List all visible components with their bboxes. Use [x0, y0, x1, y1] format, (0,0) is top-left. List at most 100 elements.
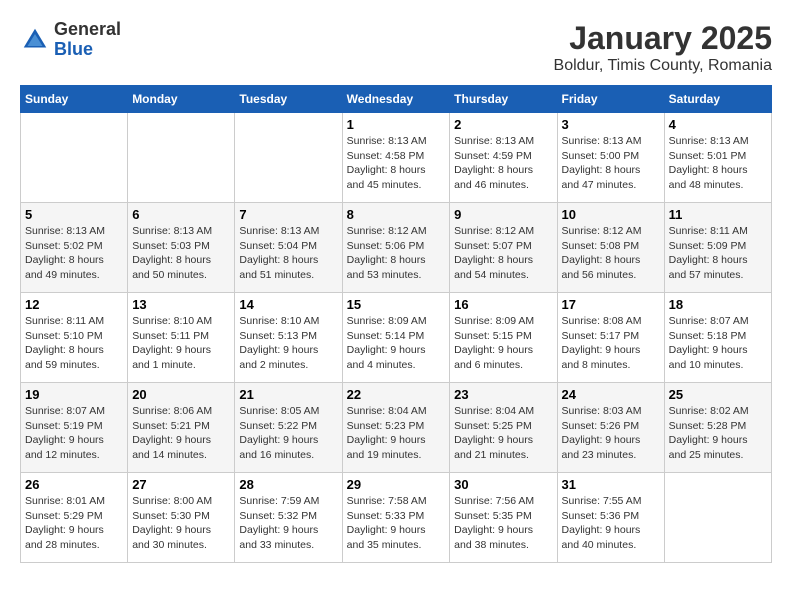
calendar-day-cell: 14 Sunrise: 8:10 AM Sunset: 5:13 PM Dayli…: [235, 293, 342, 383]
day-number: 6: [132, 207, 230, 222]
calendar-table: SundayMondayTuesdayWednesdayThursdayFrid…: [20, 85, 772, 563]
day-info: Sunrise: 8:13 AM Sunset: 4:58 PM Dayligh…: [347, 134, 446, 193]
day-number: 25: [669, 387, 767, 402]
day-number: 18: [669, 297, 767, 312]
day-info: Sunrise: 8:04 AM Sunset: 5:23 PM Dayligh…: [347, 404, 446, 463]
day-info: Sunrise: 8:06 AM Sunset: 5:21 PM Dayligh…: [132, 404, 230, 463]
calendar-day-cell: 12 Sunrise: 8:11 AM Sunset: 5:10 PM Dayli…: [21, 293, 128, 383]
day-number: 30: [454, 477, 552, 492]
day-info: Sunrise: 8:12 AM Sunset: 5:07 PM Dayligh…: [454, 224, 552, 283]
day-of-week-header: Friday: [557, 86, 664, 113]
calendar-day-cell: 27Sunrise: 8:00 AM Sunset: 5:30 PM Dayli…: [128, 473, 235, 563]
day-number: 16: [454, 297, 552, 312]
calendar-day-cell: 10Sunrise: 8:12 AM Sunset: 5:08 PM Dayli…: [557, 203, 664, 293]
day-number: 1: [347, 117, 446, 132]
calendar-day-cell: 20 Sunrise: 8:06 AM Sunset: 5:21 PM Dayli…: [128, 383, 235, 473]
day-info: Sunrise: 8:08 AM Sunset: 5:17 PM Dayligh…: [562, 314, 660, 373]
day-number: 22: [347, 387, 446, 402]
calendar-day-cell: 13 Sunrise: 8:10 AM Sunset: 5:11 PM Dayli…: [128, 293, 235, 383]
calendar-week-row: 1 Sunrise: 8:13 AM Sunset: 4:58 PM Daylig…: [21, 113, 772, 203]
day-info: Sunrise: 8:13 AM Sunset: 5:04 PM Dayligh…: [239, 224, 337, 283]
day-number: 24: [562, 387, 660, 402]
day-number: 19: [25, 387, 123, 402]
calendar-day-cell: 11 Sunrise: 8:11 AM Sunset: 5:09 PM Dayli…: [664, 203, 771, 293]
day-of-week-header: Saturday: [664, 86, 771, 113]
day-number: 12: [25, 297, 123, 312]
day-info: Sunrise: 8:13 AM Sunset: 5:03 PM Dayligh…: [132, 224, 230, 283]
day-number: 21: [239, 387, 337, 402]
calendar-day-cell: 18 Sunrise: 8:07 AM Sunset: 5:18 PM Dayli…: [664, 293, 771, 383]
day-info: Sunrise: 8:12 AM Sunset: 5:06 PM Dayligh…: [347, 224, 446, 283]
title-block: January 2025 Boldur, Timis County, Roman…: [554, 20, 772, 75]
day-number: 10: [562, 207, 660, 222]
day-info: Sunrise: 8:13 AM Sunset: 4:59 PM Dayligh…: [454, 134, 552, 193]
day-info: Sunrise: 8:04 AM Sunset: 5:25 PM Dayligh…: [454, 404, 552, 463]
logo: General Blue: [20, 20, 121, 60]
day-info: Sunrise: 8:07 AM Sunset: 5:19 PM Dayligh…: [25, 404, 123, 463]
day-number: 20: [132, 387, 230, 402]
day-info: Sunrise: 8:01 AM Sunset: 5:29 PM Dayligh…: [25, 494, 123, 553]
calendar-day-cell: 4Sunrise: 8:13 AM Sunset: 5:01 PM Daylig…: [664, 113, 771, 203]
calendar-day-cell: 8 Sunrise: 8:12 AM Sunset: 5:06 PM Daylig…: [342, 203, 450, 293]
day-number: 7: [239, 207, 337, 222]
day-info: Sunrise: 8:10 AM Sunset: 5:11 PM Dayligh…: [132, 314, 230, 373]
day-of-week-header: Tuesday: [235, 86, 342, 113]
day-info: Sunrise: 8:02 AM Sunset: 5:28 PM Dayligh…: [669, 404, 767, 463]
day-number: 31: [562, 477, 660, 492]
calendar-day-cell: 28Sunrise: 7:59 AM Sunset: 5:32 PM Dayli…: [235, 473, 342, 563]
day-number: 4: [669, 117, 767, 132]
calendar-day-cell: 15 Sunrise: 8:09 AM Sunset: 5:14 PM Dayli…: [342, 293, 450, 383]
logo-text: General Blue: [54, 20, 121, 60]
day-info: Sunrise: 8:11 AM Sunset: 5:09 PM Dayligh…: [669, 224, 767, 283]
day-of-week-header: Monday: [128, 86, 235, 113]
day-number: 13: [132, 297, 230, 312]
calendar-day-cell: 7 Sunrise: 8:13 AM Sunset: 5:04 PM Daylig…: [235, 203, 342, 293]
calendar-day-cell: 22 Sunrise: 8:04 AM Sunset: 5:23 PM Dayli…: [342, 383, 450, 473]
calendar-day-cell: 3Sunrise: 8:13 AM Sunset: 5:00 PM Daylig…: [557, 113, 664, 203]
day-number: 26: [25, 477, 123, 492]
calendar-day-cell: [235, 113, 342, 203]
day-number: 14: [239, 297, 337, 312]
calendar-day-cell: 2 Sunrise: 8:13 AM Sunset: 4:59 PM Daylig…: [450, 113, 557, 203]
day-number: 2: [454, 117, 552, 132]
calendar-day-cell: 17Sunrise: 8:08 AM Sunset: 5:17 PM Dayli…: [557, 293, 664, 383]
day-info: Sunrise: 7:58 AM Sunset: 5:33 PM Dayligh…: [347, 494, 446, 553]
calendar-day-cell: 24Sunrise: 8:03 AM Sunset: 5:26 PM Dayli…: [557, 383, 664, 473]
day-number: 9: [454, 207, 552, 222]
day-info: Sunrise: 8:00 AM Sunset: 5:30 PM Dayligh…: [132, 494, 230, 553]
logo-general: General: [54, 19, 121, 39]
day-number: 23: [454, 387, 552, 402]
day-info: Sunrise: 8:09 AM Sunset: 5:14 PM Dayligh…: [347, 314, 446, 373]
day-number: 5: [25, 207, 123, 222]
calendar-day-cell: 5 Sunrise: 8:13 AM Sunset: 5:02 PM Daylig…: [21, 203, 128, 293]
day-info: Sunrise: 8:05 AM Sunset: 5:22 PM Dayligh…: [239, 404, 337, 463]
calendar-week-row: 19 Sunrise: 8:07 AM Sunset: 5:19 PM Dayli…: [21, 383, 772, 473]
day-info: Sunrise: 7:55 AM Sunset: 5:36 PM Dayligh…: [562, 494, 660, 553]
calendar-header: SundayMondayTuesdayWednesdayThursdayFrid…: [21, 86, 772, 113]
day-info: Sunrise: 8:11 AM Sunset: 5:10 PM Dayligh…: [25, 314, 123, 373]
day-info: Sunrise: 8:10 AM Sunset: 5:13 PM Dayligh…: [239, 314, 337, 373]
day-of-week-header: Thursday: [450, 86, 557, 113]
day-info: Sunrise: 7:56 AM Sunset: 5:35 PM Dayligh…: [454, 494, 552, 553]
day-number: 29: [347, 477, 446, 492]
day-number: 11: [669, 207, 767, 222]
day-number: 28: [239, 477, 337, 492]
page-header: General Blue January 2025 Boldur, Timis …: [20, 20, 772, 75]
calendar-day-cell: 6 Sunrise: 8:13 AM Sunset: 5:03 PM Daylig…: [128, 203, 235, 293]
day-info: Sunrise: 8:07 AM Sunset: 5:18 PM Dayligh…: [669, 314, 767, 373]
day-info: Sunrise: 8:09 AM Sunset: 5:15 PM Dayligh…: [454, 314, 552, 373]
calendar-week-row: 26 Sunrise: 8:01 AM Sunset: 5:29 PM Dayli…: [21, 473, 772, 563]
day-number: 15: [347, 297, 446, 312]
calendar-day-cell: 9 Sunrise: 8:12 AM Sunset: 5:07 PM Daylig…: [450, 203, 557, 293]
day-info: Sunrise: 8:13 AM Sunset: 5:02 PM Dayligh…: [25, 224, 123, 283]
day-info: Sunrise: 8:13 AM Sunset: 5:00 PM Dayligh…: [562, 134, 660, 193]
calendar-day-cell: 23 Sunrise: 8:04 AM Sunset: 5:25 PM Dayli…: [450, 383, 557, 473]
logo-blue: Blue: [54, 39, 93, 59]
day-of-week-header: Sunday: [21, 86, 128, 113]
calendar-day-cell: 16 Sunrise: 8:09 AM Sunset: 5:15 PM Dayli…: [450, 293, 557, 383]
day-number: 8: [347, 207, 446, 222]
day-of-week-header: Wednesday: [342, 86, 450, 113]
logo-icon: [20, 25, 50, 55]
calendar-day-cell: 29 Sunrise: 7:58 AM Sunset: 5:33 PM Dayli…: [342, 473, 450, 563]
calendar-day-cell: [21, 113, 128, 203]
